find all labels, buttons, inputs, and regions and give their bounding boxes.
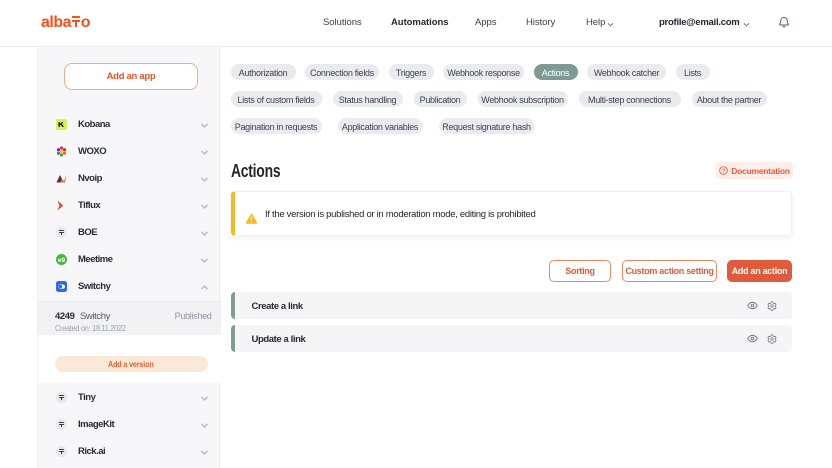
svg-text:e9: e9 bbox=[58, 257, 66, 264]
